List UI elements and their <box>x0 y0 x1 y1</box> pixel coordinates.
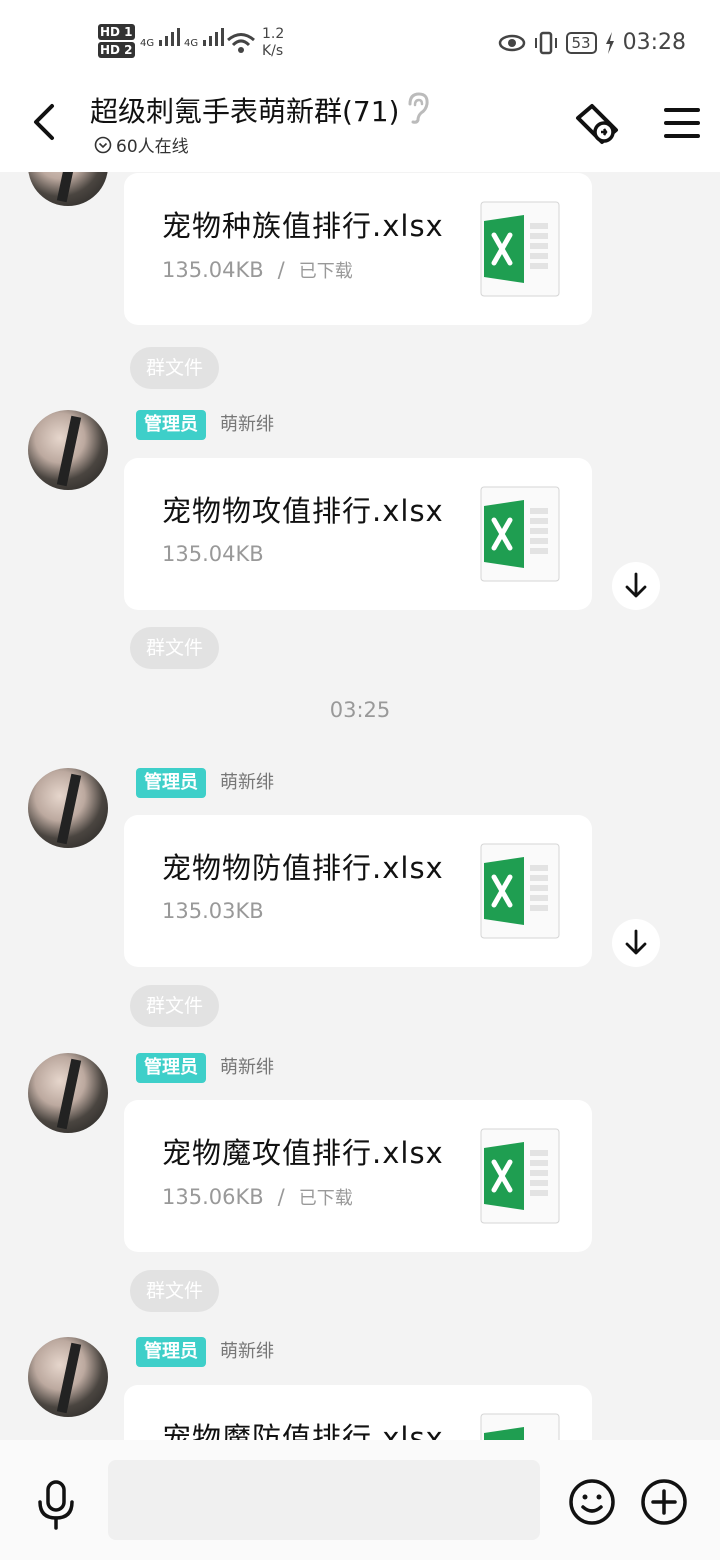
admin-badge: 管理员 <box>136 410 206 440</box>
admin-badge: 管理员 <box>136 768 206 798</box>
ear-icon[interactable] <box>405 92 431 124</box>
file-meta: 135.03KB <box>162 899 264 923</box>
group-title: 超级刺氪手表萌新群(71) <box>90 95 400 128</box>
file-bubble[interactable]: 宠物魔攻值排行.xlsx 135.06KB / 已下载 <box>124 1100 592 1252</box>
eye-icon <box>498 34 525 51</box>
avatar[interactable] <box>28 768 108 848</box>
speed-unit: K/s <box>262 43 284 59</box>
avatar[interactable] <box>28 1337 108 1417</box>
network-speed: 1.2 K/s <box>262 26 284 60</box>
speed-value: 1.2 <box>262 26 285 42</box>
group-file-tag[interactable]: 群文件 <box>130 347 220 389</box>
battery-level: 53 <box>565 31 597 54</box>
admin-badge: 管理员 <box>136 1337 206 1367</box>
download-status: 已下载 <box>298 261 353 282</box>
file-name: 宠物魔防值排行.xlsx <box>162 1421 444 1440</box>
excel-file-icon <box>480 843 560 939</box>
charging-icon <box>605 31 614 54</box>
file-size: 135.04KB <box>162 542 264 566</box>
sim-indicators: HD 1 HD 2 <box>98 24 135 60</box>
group-tag-icon[interactable] <box>574 102 622 146</box>
arrow-down-icon <box>625 929 647 955</box>
excel-file-icon <box>480 201 560 297</box>
file-bubble[interactable]: 宠物物攻值排行.xlsx 135.04KB <box>124 458 592 610</box>
online-count-label: 60人在线 <box>116 137 189 157</box>
excel-file-icon <box>480 486 560 582</box>
file-bubble[interactable]: 宠物魔防值排行.xlsx <box>124 1385 592 1440</box>
file-name: 宠物魔攻值排行.xlsx <box>162 1136 444 1170</box>
status-right: 53 03:28 <box>498 30 686 55</box>
back-arrow-icon[interactable] <box>26 102 66 142</box>
sender-name: 萌新绯 <box>220 1341 274 1362</box>
file-name: 宠物物攻值排行.xlsx <box>162 494 444 528</box>
group-file-tag[interactable]: 群文件 <box>130 1270 220 1312</box>
file-size: 135.03KB <box>162 899 264 923</box>
signal-bars-icon <box>159 28 181 46</box>
signal-label-1: 4G <box>140 38 155 49</box>
plus-circle-icon[interactable] <box>640 1478 688 1526</box>
meta-separator: / <box>277 258 285 282</box>
file-bubble[interactable]: 宠物种族值排行.xlsx 135.04KB / 已下载 <box>124 173 592 325</box>
sender-name: 萌新绯 <box>220 772 274 793</box>
signal-label-2: 4G <box>184 38 199 49</box>
message-input[interactable] <box>108 1460 540 1540</box>
hd2-badge: HD 2 <box>98 42 135 58</box>
wifi-icon <box>227 33 255 53</box>
file-name: 宠物种族值排行.xlsx <box>162 209 444 243</box>
meta-separator: / <box>277 1185 285 1209</box>
arrow-down-icon <box>625 572 647 598</box>
file-meta: 135.04KB <box>162 542 264 566</box>
emoji-icon[interactable] <box>568 1478 616 1526</box>
hd1-badge: HD 1 <box>98 24 135 40</box>
chat-area[interactable]: 宠物种族值排行.xlsx 135.04KB / 已下载 群文件 管理员 萌新绯 宠物… <box>0 172 720 1440</box>
group-file-tag[interactable]: 群文件 <box>130 627 220 669</box>
input-bar <box>0 1440 720 1560</box>
status-bar: HD 1 HD 2 4G 4G 1.2 K/s 53 03:28 <box>0 0 720 88</box>
file-size: 135.06KB <box>162 1185 264 1209</box>
file-size: 135.04KB <box>162 258 264 282</box>
download-button[interactable] <box>612 562 660 610</box>
file-name: 宠物物防值排行.xlsx <box>162 851 444 885</box>
file-meta: 135.06KB / 已下载 <box>162 1184 353 1210</box>
excel-file-icon <box>480 1128 560 1224</box>
chat-header: 超级刺氪手表萌新群(71) 60人在线 <box>0 88 720 172</box>
sender-name: 萌新绯 <box>220 1057 274 1078</box>
group-file-tag[interactable]: 群文件 <box>130 985 220 1027</box>
timestamp: 03:25 <box>329 698 391 722</box>
sender-name: 萌新绯 <box>220 414 274 435</box>
signal-icon-2: 4G <box>184 28 227 49</box>
file-bubble[interactable]: 宠物物防值排行.xlsx 135.03KB <box>124 815 592 967</box>
signal-icon-1: 4G <box>140 28 183 49</box>
menu-icon[interactable] <box>664 106 700 140</box>
clock: 03:28 <box>622 30 686 55</box>
avatar[interactable] <box>28 172 108 206</box>
download-status: 已下载 <box>298 1188 353 1209</box>
file-meta: 135.04KB / 已下载 <box>162 257 353 283</box>
online-count: 60人在线 <box>94 132 189 157</box>
chevron-down-circle-icon <box>94 136 112 153</box>
vibrate-icon <box>534 31 557 54</box>
avatar[interactable] <box>28 410 108 490</box>
download-button[interactable] <box>612 919 660 967</box>
signal-bars-icon <box>203 28 225 46</box>
admin-badge: 管理员 <box>136 1053 206 1083</box>
microphone-icon[interactable] <box>36 1480 76 1530</box>
excel-file-icon <box>480 1413 560 1440</box>
avatar[interactable] <box>28 1053 108 1133</box>
